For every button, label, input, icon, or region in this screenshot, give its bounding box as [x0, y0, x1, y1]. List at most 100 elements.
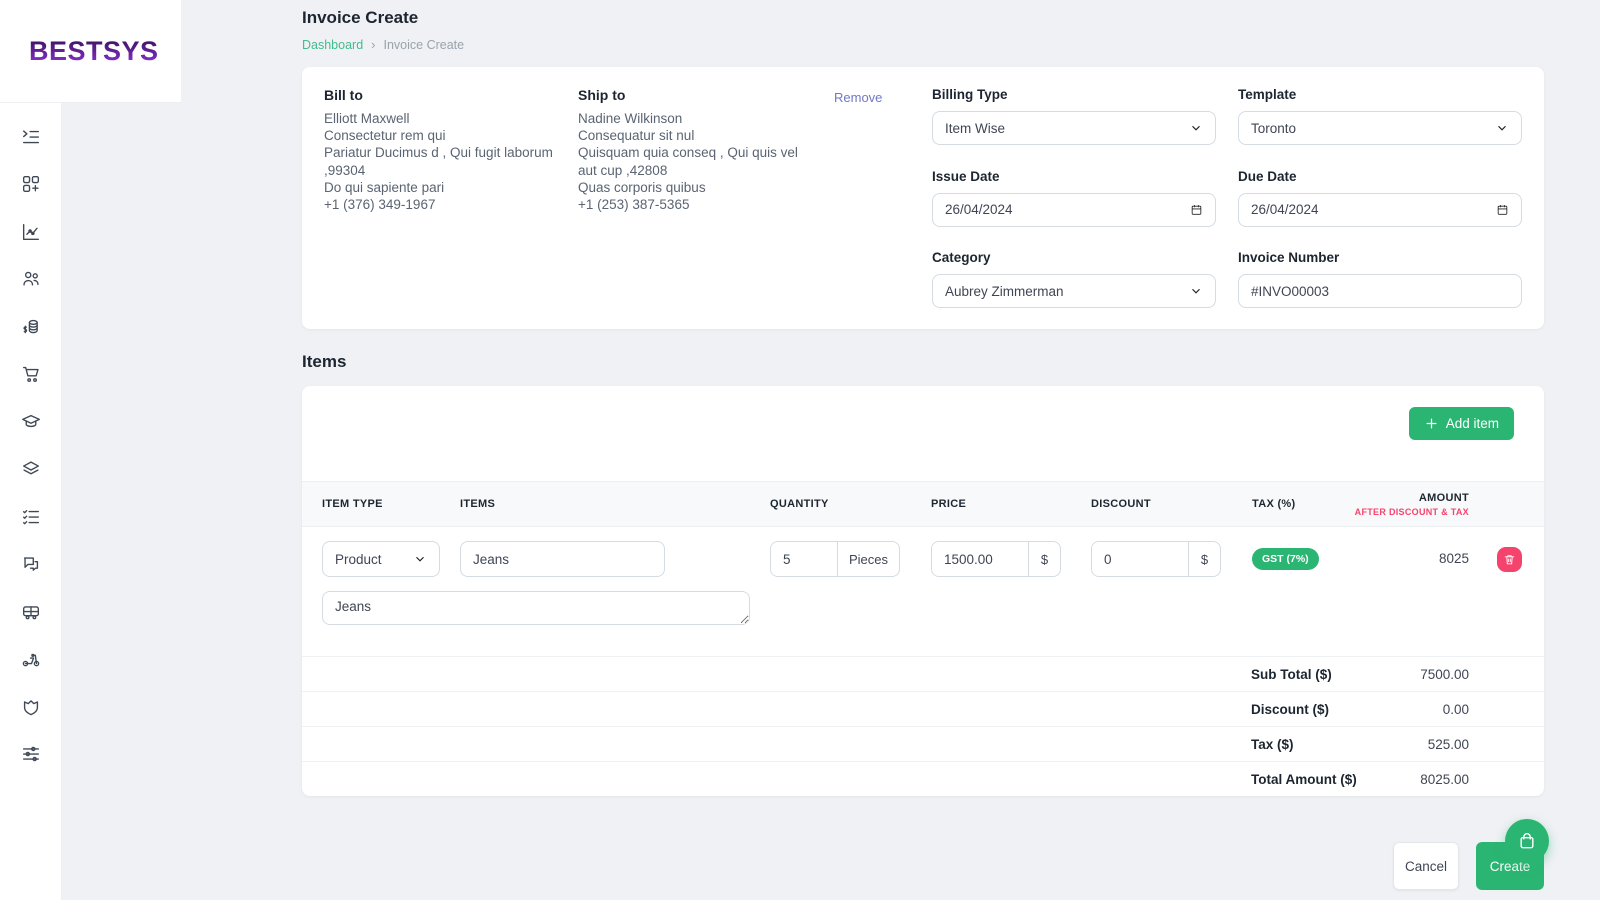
items-card: Add item ITEM TYPE ITEMS QUANTITY PRICE …	[302, 386, 1544, 796]
sidebar-item-tasks[interactable]	[8, 493, 54, 541]
template-select[interactable]: Toronto	[1238, 111, 1522, 145]
sidebar-item-education[interactable]	[8, 398, 54, 446]
sidebar	[0, 103, 62, 900]
delivery-icon	[20, 648, 42, 670]
items-table-header: ITEM TYPE ITEMS QUANTITY PRICE DISCOUNT …	[302, 481, 1544, 527]
breadcrumb-dashboard-link[interactable]: Dashboard	[302, 38, 363, 52]
discount-input[interactable]	[1092, 542, 1188, 576]
layers-icon	[20, 458, 42, 480]
remove-address-link[interactable]: Remove	[834, 90, 882, 105]
item-description-textarea[interactable]: Jeans	[322, 591, 750, 625]
filters-icon	[20, 743, 42, 765]
ship-to-label: Ship to	[578, 87, 810, 103]
plus-icon	[1424, 416, 1439, 431]
discount-value: 0.00	[1251, 702, 1469, 717]
ship-to-block: Ship to Nadine Wilkinson Consequatur sit…	[578, 87, 810, 309]
customers-icon	[20, 268, 42, 290]
billing-type-select[interactable]: Item Wise	[932, 111, 1216, 145]
subtotal-row: Sub Total ($) 7500.00	[302, 656, 1544, 691]
sidebar-item-layers[interactable]	[8, 446, 54, 494]
quantity-group: Pieces	[770, 541, 900, 577]
sidebar-item-apps[interactable]	[8, 161, 54, 209]
item-row: Product Pieces $	[302, 527, 1544, 589]
col-price: PRICE	[931, 498, 1061, 510]
template-label: Template	[1238, 87, 1522, 102]
issue-date-input[interactable]: 26/04/2024	[932, 193, 1216, 227]
finance-icon	[20, 316, 42, 338]
breadcrumb: Dashboard › Invoice Create	[302, 37, 1544, 52]
invoice-form-grid: Billing Type Item Wise Template Toronto …	[932, 87, 1522, 309]
discount-currency: $	[1188, 542, 1220, 576]
price-input[interactable]	[932, 542, 1028, 576]
totals-block: Sub Total ($) 7500.00 Discount ($) 0.00 …	[302, 656, 1544, 796]
analytics-icon	[20, 221, 42, 243]
bill-to-line: Do qui sapiente pari	[324, 179, 556, 196]
tax-row: Tax ($) 525.00	[302, 726, 1544, 761]
add-item-button[interactable]: Add item	[1409, 407, 1514, 440]
discount-row: Discount ($) 0.00	[302, 691, 1544, 726]
invoice-number-label: Invoice Number	[1238, 250, 1522, 265]
sidebar-item-settings[interactable]	[8, 731, 54, 779]
tasks-icon	[20, 506, 42, 528]
shield-icon	[20, 696, 42, 718]
quantity-input[interactable]	[771, 542, 837, 576]
sidebar-item-customers[interactable]	[8, 256, 54, 304]
chevron-down-icon	[1189, 121, 1203, 135]
page-title: Invoice Create	[302, 0, 1544, 28]
ship-to-phone: +1 (253) 387-5365	[578, 196, 810, 213]
category-select[interactable]: Aubrey Zimmerman	[932, 274, 1216, 308]
item-name-input[interactable]	[460, 541, 665, 577]
ship-to-line: Consequatur sit nul	[578, 127, 810, 144]
subtotal-value: 7500.00	[1251, 667, 1469, 682]
app-logo[interactable]: BESTSYS	[29, 36, 159, 67]
education-icon	[20, 411, 42, 433]
invoice-number-input[interactable]	[1238, 274, 1522, 308]
sidebar-item-invoices[interactable]	[8, 113, 54, 161]
quantity-unit: Pieces	[837, 542, 899, 576]
bill-to-line: Consectetur rem qui	[324, 127, 556, 144]
col-items: ITEMS	[460, 498, 665, 510]
bill-to-name: Elliott Maxwell	[324, 110, 556, 127]
app-logo-block: BESTSYS	[0, 0, 181, 103]
calendar-icon	[1496, 203, 1509, 217]
bill-to-label: Bill to	[324, 87, 556, 103]
sidebar-item-messages[interactable]	[8, 541, 54, 589]
tax-badge[interactable]: GST (7%)	[1252, 548, 1319, 570]
bill-to-phone: +1 (376) 349-1967	[324, 196, 556, 213]
ship-to-line: Quisquam quia conseq , Qui quis vel aut …	[578, 144, 810, 178]
due-date-input[interactable]: 26/04/2024	[1238, 193, 1522, 227]
bill-to-line: Pariatur Ducimus d , Qui fugit laborum ,…	[324, 144, 556, 178]
breadcrumb-separator-icon: ›	[371, 37, 375, 52]
price-group: $	[931, 541, 1061, 577]
calendar-icon	[1190, 203, 1203, 217]
discount-group: $	[1091, 541, 1221, 577]
tax-value: 525.00	[1251, 737, 1469, 752]
sidebar-item-analytics[interactable]	[8, 208, 54, 256]
row-amount: 8025	[1439, 551, 1469, 566]
col-discount: DISCOUNT	[1091, 498, 1221, 510]
bill-to-block: Bill to Elliott Maxwell Consectetur rem …	[324, 87, 556, 309]
chevron-down-icon	[1495, 121, 1509, 135]
cancel-button[interactable]: Cancel	[1393, 842, 1459, 890]
total-amount-value: 8025.00	[1251, 772, 1469, 787]
chevron-down-icon	[1189, 284, 1203, 298]
col-tax: TAX (%)	[1252, 498, 1347, 510]
vehicle-icon	[20, 601, 42, 623]
item-type-select[interactable]: Product	[322, 541, 440, 577]
sidebar-item-security[interactable]	[8, 683, 54, 731]
issue-date-label: Issue Date	[932, 169, 1216, 184]
category-label: Category	[932, 250, 1216, 265]
sidebar-item-vehicles[interactable]	[8, 588, 54, 636]
price-currency: $	[1028, 542, 1060, 576]
grid-add-icon	[20, 173, 42, 195]
cart-fab-button[interactable]	[1505, 819, 1549, 863]
delete-item-button[interactable]	[1497, 547, 1522, 572]
invoice-details-card: Bill to Elliott Maxwell Consectetur rem …	[302, 67, 1544, 329]
sidebar-item-delivery[interactable]	[8, 636, 54, 684]
ship-to-line: Quas corporis quibus	[578, 179, 810, 196]
sidebar-item-finance[interactable]	[8, 303, 54, 351]
col-item-type: ITEM TYPE	[322, 498, 440, 510]
chat-icon	[20, 553, 42, 575]
sidebar-item-orders[interactable]	[8, 351, 54, 399]
due-date-label: Due Date	[1238, 169, 1522, 184]
